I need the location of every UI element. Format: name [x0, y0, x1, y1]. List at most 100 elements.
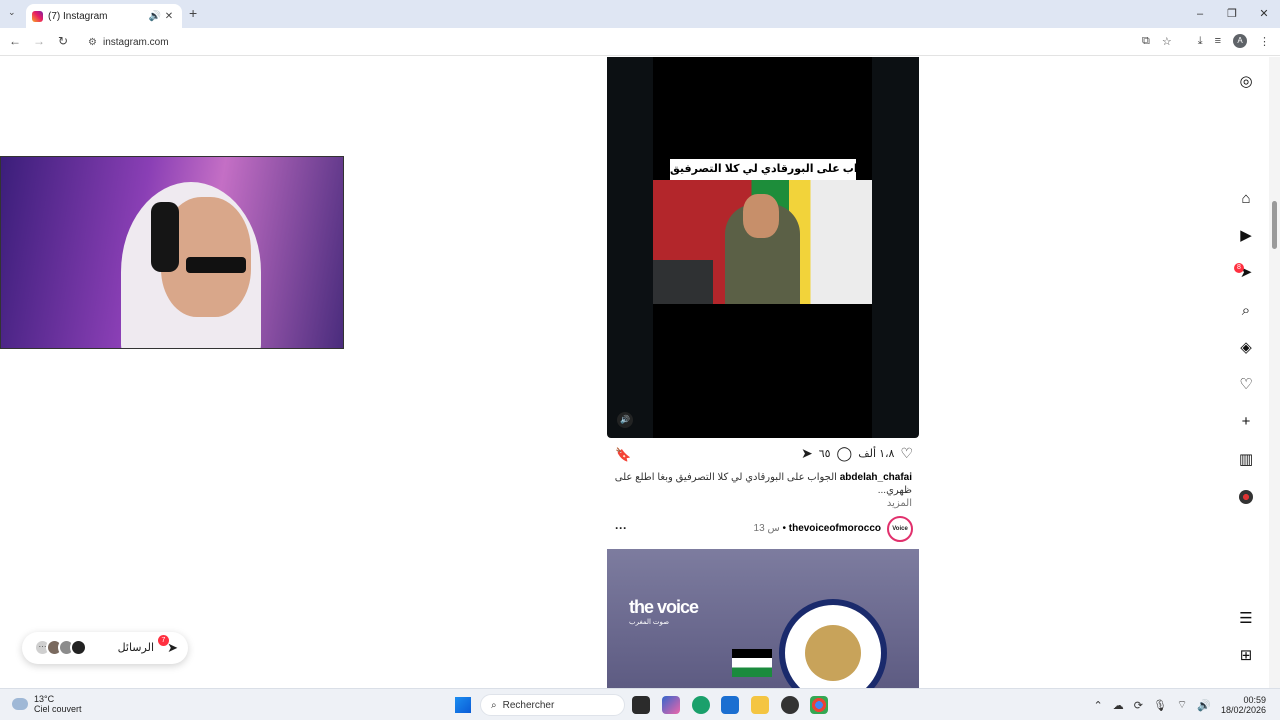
post-time[interactable]: 13 س — [754, 523, 780, 534]
reels-icon[interactable]: ▶ — [1238, 228, 1254, 244]
avatar — [70, 639, 87, 656]
sidebar-nav: ◎ ⌂ ▶ ➤ 8 ⌕ ◈ ♡ + ▥ ☰ ⊞ — [1232, 57, 1260, 688]
comment-icon[interactable]: ◯ — [837, 445, 853, 462]
windows-start-icon[interactable] — [455, 697, 471, 713]
scene-face — [743, 194, 779, 238]
scrollbar[interactable] — [1269, 57, 1280, 688]
volume-icon[interactable]: 🔊 — [1197, 699, 1211, 712]
post-actions: 🔖 ➤ ٦٥ ◯ ١،٨ ألف ♡ — [607, 445, 919, 465]
url-text: instagram.com — [102, 36, 169, 48]
post-avatar[interactable]: Voice — [887, 516, 913, 542]
video-caption: الجواب على البورقادي لي كلا التصرفيق — [670, 159, 856, 180]
webcam-headset — [151, 202, 179, 272]
post-header: ··· 13 س • thevoiceofmorocco Voice — [607, 516, 919, 542]
obs-icon[interactable] — [781, 696, 799, 714]
send-icon: ➤ — [167, 640, 178, 655]
caption-more-link[interactable]: المزيد — [612, 497, 912, 510]
instagram-logo-icon[interactable]: ◎ — [1238, 74, 1254, 90]
explore-icon[interactable]: ◈ — [1238, 340, 1254, 356]
clock-date: 18/02/2026 — [1220, 705, 1266, 715]
clock[interactable]: 00:59 18/02/2026 — [1221, 695, 1266, 715]
caption-username[interactable]: abdelah_chafai — [840, 472, 912, 483]
file-explorer-icon[interactable] — [751, 696, 769, 714]
temperature: 13°C — [34, 694, 55, 704]
tab-audio-icon[interactable]: 🔊 — [148, 11, 162, 22]
post-meta: 13 س • thevoiceofmorocco — [754, 523, 881, 534]
seal-eagle — [805, 625, 861, 681]
webcam-glasses — [186, 257, 246, 273]
scrollbar-thumb[interactable] — [1272, 201, 1277, 249]
instagram-page: الجواب على البورقادي لي كلا التصرفيق 🔊 🔖… — [0, 57, 1280, 688]
post-video[interactable]: الجواب على البورقادي لي كلا التصرفيق 🔊 — [607, 57, 919, 438]
back-button[interactable]: ← — [7, 34, 23, 48]
comment-count: ٦٥ — [818, 448, 831, 460]
minimize-button[interactable]: – — [1184, 0, 1216, 28]
heart-icon[interactable]: ♡ — [900, 445, 913, 462]
downloads-icon[interactable]: ⤓ — [1198, 35, 1203, 48]
palestine-flag — [732, 649, 772, 677]
browser-toolbar: ← → ↻ ⚙ instagram.com ⧉ ☆ ⤓ ≡ A ⋮ — [0, 28, 1280, 56]
task-view-icon[interactable] — [632, 696, 650, 714]
edge-icon[interactable] — [692, 696, 710, 714]
share-icon[interactable]: ➤ — [801, 445, 813, 462]
messages-label: الرسائل — [117, 642, 154, 654]
message-avatars: ··· — [34, 639, 87, 656]
reload-button[interactable]: ↻ — [55, 34, 71, 48]
scene-desk — [653, 260, 713, 304]
profile-avatar[interactable]: A — [1233, 34, 1247, 48]
new-tab-button[interactable]: + — [189, 5, 197, 21]
maximize-button[interactable]: ❐ — [1216, 0, 1248, 28]
like-count: ١،٨ ألف — [858, 448, 895, 460]
post-image[interactable]: the voice صوت المغرب — [607, 549, 919, 688]
network-off-icon[interactable]: ☁ — [1113, 699, 1124, 712]
tab-strip: ⌄ (7) Instagram 🔊 ✕ + – ❐ ✕ — [0, 0, 1280, 28]
search-icon[interactable]: ⌕ — [1238, 303, 1254, 319]
store-icon[interactable] — [721, 696, 739, 714]
create-icon[interactable]: + — [1238, 414, 1254, 430]
messages-pill[interactable]: ··· الرسائل ➤ 7 — [22, 632, 188, 664]
menu-icon[interactable]: ☰ — [1238, 611, 1254, 627]
save-icon[interactable]: 🔖 — [615, 447, 631, 463]
cloud-icon — [12, 698, 28, 710]
tray-chevron-icon[interactable]: ⌃ — [1094, 699, 1103, 712]
taskbar: 13°C Ciel couvert ⌕ Rechercher ⌃ ☁ ⟳ 🎙 ⌔… — [0, 688, 1280, 720]
tab-close-button[interactable]: ✕ — [162, 11, 176, 22]
instagram-favicon-icon — [32, 10, 43, 22]
microphone-icon[interactable]: 🎙 — [1153, 699, 1167, 712]
clock-time: 00:59 — [1243, 695, 1266, 705]
video-scene — [653, 180, 872, 304]
sound-toggle-icon[interactable]: 🔊 — [617, 412, 633, 428]
address-bar[interactable]: ⚙ instagram.com — [80, 31, 1178, 53]
site-info-icon[interactable]: ⚙ — [88, 37, 97, 48]
post-username[interactable]: thevoiceofmorocco — [789, 523, 881, 534]
weather-widget[interactable]: 13°C Ciel couvert — [12, 694, 82, 714]
profile-icon[interactable] — [1239, 490, 1253, 504]
browser-menu-icon[interactable]: ⋮ — [1259, 35, 1270, 48]
chrome-icon[interactable] — [810, 696, 828, 714]
more-options-icon[interactable]: ··· — [615, 521, 627, 535]
tab-title: (7) Instagram — [48, 10, 108, 22]
home-icon[interactable]: ⌂ — [1238, 191, 1254, 207]
bookmark-star-icon[interactable]: ☆ — [1162, 35, 1172, 48]
wifi-icon[interactable]: ⌔ — [1177, 698, 1187, 712]
close-window-button[interactable]: ✕ — [1248, 0, 1280, 28]
forward-button[interactable]: → — [31, 34, 47, 48]
dashboard-icon[interactable]: ▥ — [1238, 452, 1254, 468]
copilot-icon[interactable] — [662, 696, 680, 714]
brand-name: the voice — [629, 597, 699, 617]
install-app-icon[interactable]: ⧉ — [1142, 35, 1150, 48]
notification-badge: 8 — [1234, 263, 1244, 273]
search-placeholder: Rechercher — [502, 699, 555, 711]
sync-icon[interactable]: ⟳ — [1134, 699, 1143, 712]
taskbar-search[interactable]: ⌕ Rechercher — [480, 694, 625, 716]
search-icon: ⌕ — [491, 699, 497, 711]
tab-instagram[interactable]: (7) Instagram 🔊 ✕ — [26, 4, 182, 28]
post-caption: abdelah_chafai الجواب على البورقادي لي ك… — [612, 471, 912, 510]
notifications-heart-icon[interactable]: ♡ — [1238, 377, 1254, 393]
tab-list-icon[interactable]: ⌄ — [8, 7, 16, 18]
weather-condition: Ciel couvert — [34, 704, 82, 714]
messages-badge: 7 — [158, 635, 169, 646]
also-from-meta-icon[interactable]: ⊞ — [1238, 648, 1254, 664]
reading-list-icon[interactable]: ≡ — [1215, 35, 1221, 47]
brand-subtitle: صوت المغرب — [629, 619, 670, 626]
